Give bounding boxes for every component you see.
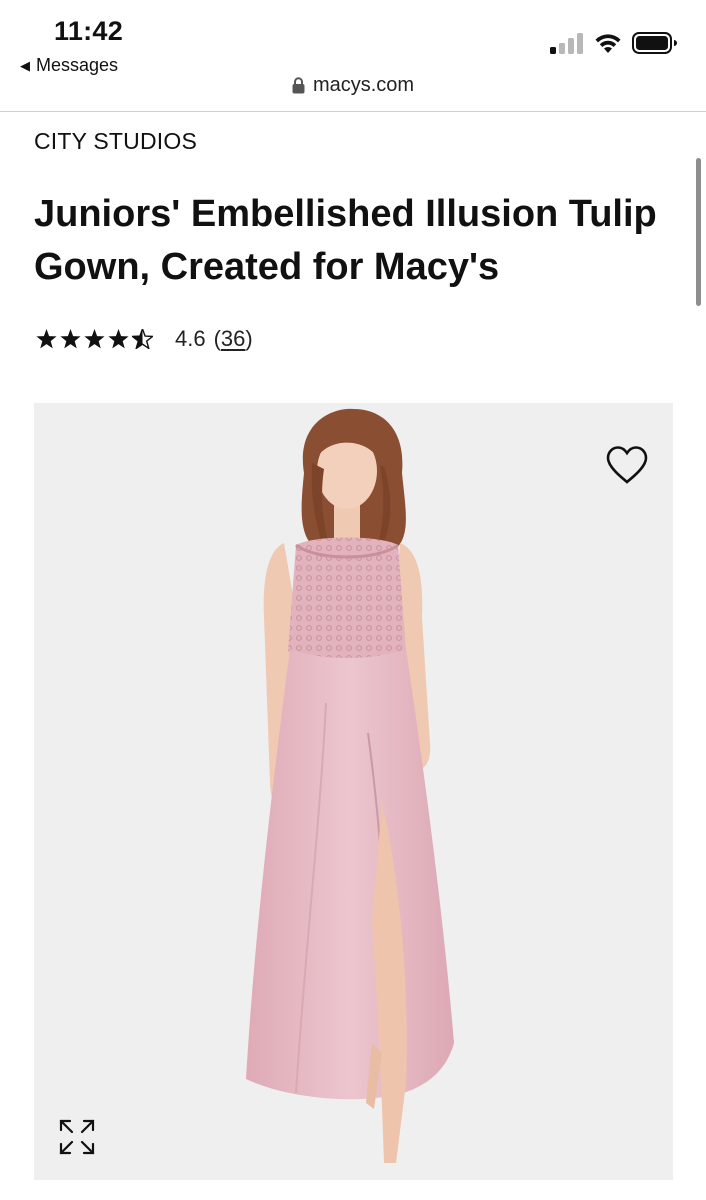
review-close-paren: ): [245, 326, 253, 351]
url-text: macys.com: [312, 74, 415, 96]
star-full-icon: [36, 329, 57, 349]
star-rating: [36, 329, 153, 349]
product-image[interactable]: [34, 403, 673, 1180]
rating-value: 4.6: [175, 326, 206, 351]
star-full-icon: [60, 329, 81, 349]
back-triangle-icon: ◀: [20, 57, 30, 73]
review-count-link[interactable]: 36: [221, 326, 245, 352]
wifi-icon: [595, 34, 621, 53]
status-icons: [550, 30, 678, 56]
star-half-icon: [132, 329, 153, 349]
battery-icon: [632, 32, 677, 54]
cellular-signal-icon: [550, 33, 583, 54]
expand-icon[interactable]: [58, 1118, 96, 1156]
back-app-label: Messages: [36, 55, 119, 75]
product-title: Juniors' Embellished Illusion Tulip Gown…: [34, 193, 657, 288]
rating-summary[interactable]: 4.6 (36): [36, 326, 253, 352]
status-time: 11:42: [54, 16, 124, 46]
back-to-messages-button[interactable]: ◀ Messages: [20, 55, 118, 76]
star-full-icon: [84, 329, 105, 349]
review-open-paren: (: [213, 326, 221, 351]
address-bar[interactable]: macys.com: [0, 74, 706, 97]
product-brand[interactable]: CITY STUDIOS: [34, 128, 197, 155]
star-full-icon: [108, 329, 129, 349]
scroll-indicator: [696, 158, 701, 306]
heart-icon[interactable]: [605, 445, 649, 485]
lock-icon: [292, 77, 305, 94]
status-bar: 11:42 ◀ Messages macys.com: [0, 0, 706, 112]
model-photo: [246, 408, 454, 1163]
